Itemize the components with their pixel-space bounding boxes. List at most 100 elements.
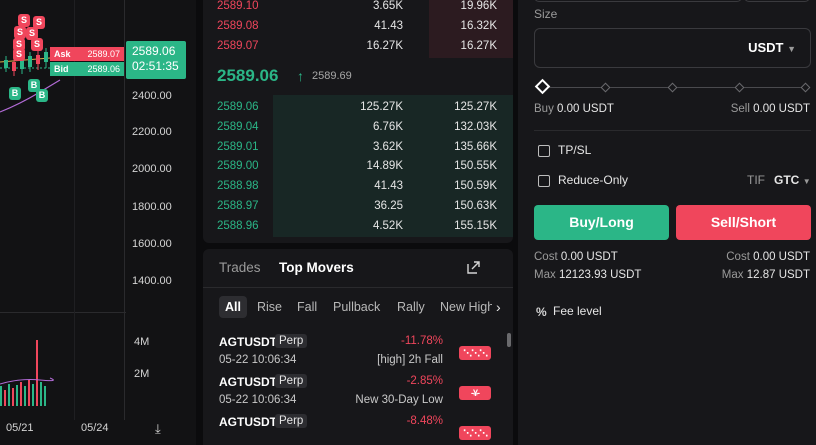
ask-price: 2589.08	[217, 20, 259, 32]
cost-label: Cost	[726, 251, 750, 263]
price-type-select[interactable]	[744, 0, 810, 2]
bid-total: 135.66K	[454, 141, 497, 153]
chevron-down-icon: ▼	[802, 177, 811, 186]
buy-amount: Buy 0.00 USDT	[534, 103, 614, 115]
buy-amount-value: 0.00 USDT	[557, 103, 614, 115]
form-divider	[534, 130, 811, 131]
size-label: Size	[534, 7, 558, 21]
reduce-only-checkbox[interactable]	[538, 175, 550, 187]
mover-item[interactable]: AGTUSDT Perp 05-22 10:06:34 -11.78% [hig…	[203, 334, 513, 375]
bid-price: 2588.96	[217, 220, 259, 232]
panel-divider	[203, 287, 513, 288]
bid-value: 2589.06	[87, 64, 120, 74]
bid-row[interactable]: 2589.06 125.27K 125.27K	[203, 97, 513, 117]
filter-rise[interactable]: Rise	[251, 296, 288, 318]
filter-fall[interactable]: Fall	[291, 296, 323, 318]
slider-step[interactable]	[800, 82, 811, 93]
sell-marker-icon: S	[31, 38, 43, 51]
y-axis-tick: 1400.00	[132, 275, 172, 287]
bid-size: 36.25	[374, 200, 403, 212]
cost-long-value: 0.00 USDT	[560, 251, 618, 263]
slider-step[interactable]	[734, 82, 745, 93]
max-label: Max	[721, 269, 744, 281]
ask-label: Ask	[54, 49, 71, 59]
bid-row[interactable]: 2588.96 4.52K 155.15K	[203, 216, 513, 236]
bid-price: 2589.04	[217, 121, 259, 133]
filter-all[interactable]: All	[219, 296, 247, 318]
tab-top-movers[interactable]: Top Movers	[279, 260, 354, 275]
sell-amount: Sell 0.00 USDT	[731, 103, 810, 115]
ask-price-label: Ask 2589.07	[50, 47, 124, 61]
y-axis-tick: 2000.00	[132, 163, 172, 175]
price-chart[interactable]: S S S S S S S B B B Ask 2589.07 Bid 2589…	[0, 0, 196, 445]
tif-select[interactable]: GTC ▼	[774, 173, 811, 187]
size-slider-handle[interactable]	[534, 78, 551, 95]
mark-price: 2589.69	[312, 70, 352, 82]
bid-total: 125.27K	[454, 101, 497, 113]
mover-desc: [high] 2h Fall	[377, 354, 443, 366]
bid-row[interactable]: 2589.01 3.62K 135.66K	[203, 137, 513, 157]
perp-badge: Perp	[275, 414, 308, 428]
price-input[interactable]	[534, 0, 742, 2]
sell-short-button[interactable]: Sell/Short	[676, 205, 811, 240]
buy-long-button[interactable]: Buy/Long	[534, 205, 669, 240]
ask-row[interactable]: 2589.10 3.65K 19.96K	[203, 0, 513, 16]
new-low-icon: -¥-	[459, 386, 491, 400]
tab-trades[interactable]: Trades	[219, 260, 261, 275]
ask-row[interactable]: 2589.07 16.27K 16.27K	[203, 36, 513, 56]
mover-change: -8.48%	[406, 415, 443, 427]
buy-amount-label: Buy	[534, 103, 554, 115]
bid-row[interactable]: 2588.98 41.43 150.59K	[203, 176, 513, 196]
size-input[interactable]: USDT ▼	[534, 28, 811, 68]
external-link-icon[interactable]	[467, 261, 480, 274]
slider-step[interactable]	[667, 82, 678, 93]
fee-level-link[interactable]: Fee level	[553, 304, 602, 318]
bid-size: 41.43	[374, 180, 403, 192]
fit-to-screen-icon[interactable]: ⤓	[155, 421, 161, 437]
filter-pullback[interactable]: Pullback	[327, 296, 386, 318]
filter-new-high[interactable]: New High	[434, 296, 492, 318]
buy-marker-icon: B	[36, 89, 48, 102]
bid-row[interactable]: 2589.04 6.76K 132.03K	[203, 117, 513, 137]
mover-item[interactable]: AGTUSDT Perp -8.48% ⋱⋱⋱	[203, 414, 513, 445]
tpsl-checkbox[interactable]	[538, 145, 550, 157]
tif-value: GTC	[774, 173, 800, 187]
ask-size: 3.65K	[372, 0, 403, 12]
cost-short-value: 0.00 USDT	[753, 251, 810, 263]
filter-rally[interactable]: Rally	[391, 296, 431, 318]
mover-desc: New 30-Day Low	[355, 394, 443, 406]
bid-row[interactable]: 2588.97 36.25 150.63K	[203, 196, 513, 216]
mover-symbol: AGTUSDT	[219, 335, 277, 349]
bid-size: 4.52K	[372, 220, 403, 232]
bid-size: 14.89K	[366, 160, 403, 172]
ask-total: 16.32K	[460, 20, 497, 32]
percent-icon[interactable]: %	[536, 305, 547, 319]
bid-total: 150.55K	[454, 160, 497, 172]
chevron-right-icon[interactable]: ›	[496, 299, 501, 315]
max-short: Max 12.87 USDT	[722, 269, 810, 281]
reduce-only-label[interactable]: Reduce-Only	[558, 173, 628, 187]
slider-step[interactable]	[600, 82, 611, 93]
mover-symbol: AGTUSDT	[219, 375, 277, 389]
bid-price: 2589.01	[217, 141, 259, 153]
mover-time: 05-22 10:06:34	[219, 394, 297, 406]
y-axis-tick: 1800.00	[132, 201, 172, 213]
tif-label: TIF	[747, 173, 765, 187]
mover-item[interactable]: AGTUSDT Perp 05-22 10:06:34 -2.85% New 3…	[203, 374, 513, 415]
mid-price[interactable]: 2589.06	[217, 66, 278, 86]
perp-badge: Perp	[275, 374, 308, 388]
volume-axis-tick: 4M	[134, 336, 150, 348]
bid-row[interactable]: 2589.00 14.89K 150.55K	[203, 156, 513, 176]
ask-row[interactable]: 2589.08 41.43 16.32K	[203, 16, 513, 36]
tpsl-label[interactable]: TP/SL	[558, 143, 591, 157]
ask-price: 2589.07	[217, 40, 259, 52]
bid-total: 132.03K	[454, 121, 497, 133]
candle-countdown: 02:51:35	[132, 59, 179, 73]
bid-size: 3.62K	[372, 141, 403, 153]
mover-symbol: AGTUSDT	[219, 415, 277, 429]
ask-total: 19.96K	[460, 0, 497, 12]
size-unit-select[interactable]: USDT ▼	[748, 40, 796, 55]
order-book: 2589.10 3.65K 19.96K 2589.08 41.43 16.32…	[203, 0, 513, 243]
x-axis-tick: 05/21	[6, 422, 34, 434]
bid-total: 150.63K	[454, 200, 497, 212]
